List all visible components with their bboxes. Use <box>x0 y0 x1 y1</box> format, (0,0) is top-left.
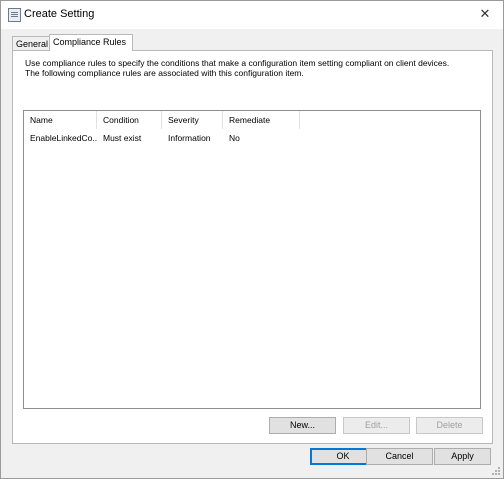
tab-compliance-rules[interactable]: Compliance Rules <box>49 34 133 51</box>
settings-dialog-icon <box>8 8 21 22</box>
list-header: Name Condition Severity Remediate <box>24 111 480 129</box>
cell-severity: Information <box>168 133 211 143</box>
table-row[interactable]: EnableLinkedCo... Must exist Information… <box>24 131 480 145</box>
edit-rule-button[interactable]: Edit... <box>343 417 410 434</box>
description-text: Use compliance rules to specify the cond… <box>25 58 450 78</box>
tab-general[interactable]: General <box>12 36 52 51</box>
cancel-button[interactable]: Cancel <box>366 448 433 465</box>
column-header-remediate[interactable]: Remediate <box>223 111 300 129</box>
cell-condition: Must exist <box>103 133 142 143</box>
cell-name: EnableLinkedCo... <box>30 133 97 143</box>
column-header-severity[interactable]: Severity <box>162 111 223 129</box>
close-icon[interactable]: ✕ <box>475 5 495 23</box>
resize-grip-icon[interactable] <box>491 466 500 475</box>
column-header-name[interactable]: Name <box>24 111 97 129</box>
title-bar[interactable]: Create Setting ✕ <box>1 1 503 29</box>
new-rule-button[interactable]: New... <box>269 417 336 434</box>
window-title: Create Setting <box>24 8 95 20</box>
create-setting-window: Create Setting ✕ General Compliance Rule… <box>0 0 504 479</box>
cell-remediate: No <box>229 133 240 143</box>
compliance-rules-list[interactable]: Name Condition Severity Remediate Enable… <box>23 110 481 409</box>
delete-rule-button[interactable]: Delete <box>416 417 483 434</box>
compliance-rules-page: Use compliance rules to specify the cond… <box>12 50 493 444</box>
apply-button[interactable]: Apply <box>434 448 491 465</box>
column-header-condition[interactable]: Condition <box>97 111 162 129</box>
